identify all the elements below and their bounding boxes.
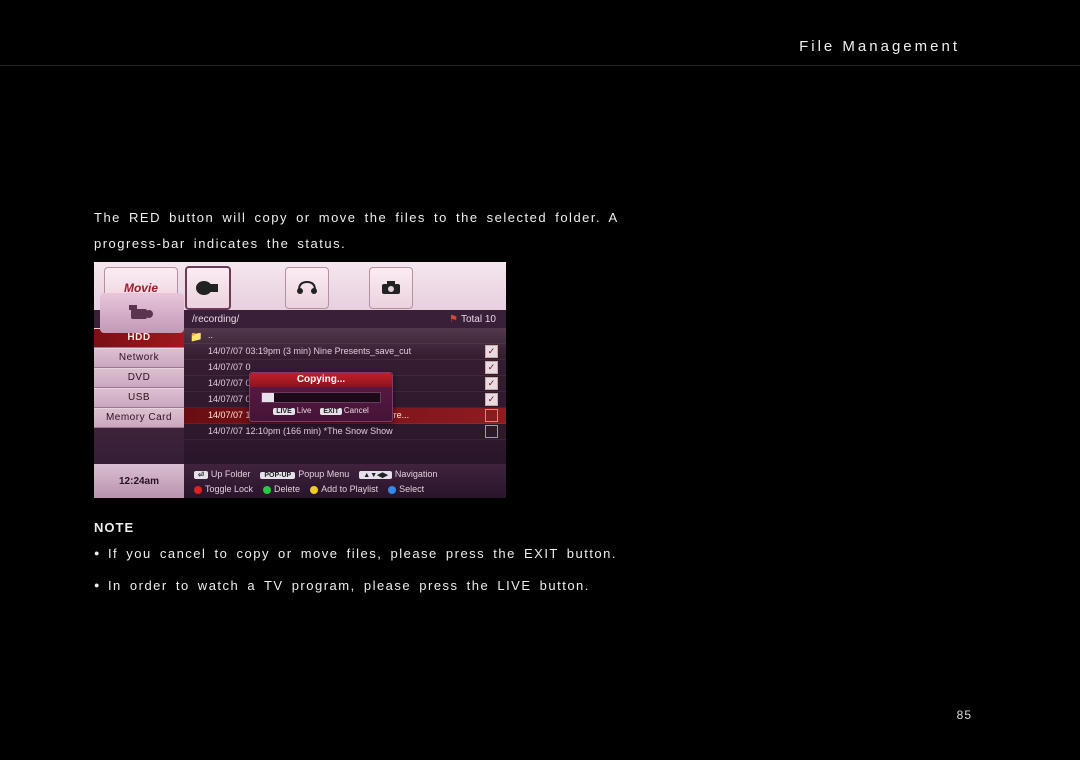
hint-add-to-playlist: Add to Playlist (310, 484, 378, 494)
progress-bar (261, 392, 381, 403)
hint-select: Select (388, 484, 424, 494)
exit-key[interactable]: EXIT (320, 408, 342, 415)
sidebar-item-usb[interactable]: USB (94, 388, 184, 408)
sidebar-item-memory-card[interactable]: Memory Card (94, 408, 184, 428)
row-checkbox[interactable]: ✓ (485, 377, 498, 390)
note-bullet: If you cancel to copy or move files, ple… (94, 541, 674, 567)
hint-popup-menu: POP-UPPopup Menu (260, 469, 349, 479)
dialog-title: Copying... (250, 373, 392, 387)
hint-toggle-lock: Toggle Lock (194, 484, 253, 494)
file-row[interactable]: 14/07/07 12:10pm (166 min) *The Snow Sho… (184, 424, 506, 440)
sidebar-item-network[interactable]: Network (94, 348, 184, 368)
source-sidebar: HDDNetworkDVDUSBMemory Card (94, 328, 184, 428)
file-row-label: 14/07/07 03:19pm (3 min) Nine Presents_s… (208, 346, 411, 356)
file-row-label: 14/07/07 0 (208, 394, 251, 404)
copy-dialog: Copying... LIVELive EXITCancel (249, 372, 393, 422)
movie-category-icon[interactable] (185, 266, 231, 310)
clock: 12:24am (94, 464, 184, 498)
page-title: File Management (799, 38, 960, 55)
row-checkbox[interactable]: ✓ (485, 345, 498, 358)
music-category-icon[interactable] (285, 267, 329, 309)
row-checkbox[interactable]: ✓ (485, 393, 498, 406)
hint-navigation: ▲▼◀▶Navigation (359, 469, 437, 479)
dialog-buttons: LIVELive EXITCancel (250, 406, 392, 415)
path-bar: /recording/ ⚑Total 10 (94, 310, 506, 328)
file-row[interactable]: 14/07/07 03:19pm (3 min) Nine Presents_s… (184, 344, 506, 360)
flag-icon: ⚑ (449, 314, 458, 325)
total-count: ⚑Total 10 (449, 314, 496, 325)
row-checkbox[interactable] (485, 425, 498, 438)
page-header: File Management (0, 0, 1080, 66)
hint-delete: Delete (263, 484, 300, 494)
intro-paragraph: The RED button will copy or move the fil… (94, 205, 674, 257)
file-row-label: 14/07/07 12:10pm (166 min) *The Snow Sho… (208, 426, 393, 436)
note-bullet: In order to watch a TV program, please p… (94, 573, 674, 599)
file-row-label: 14/07/07 0 (208, 362, 251, 372)
screenshot-file-manager: Movie /recording/ ⚑Total 10 HDDNetworkDV… (94, 262, 506, 498)
camcorder-icon (100, 293, 184, 333)
footer-hints: 12:24am ⏎Up Folder POP-UPPopup Menu ▲▼◀▶Na… (94, 464, 506, 498)
note-list: If you cancel to copy or move files, ple… (94, 535, 674, 599)
photo-category-icon[interactable] (369, 267, 413, 309)
hint-up-folder: ⏎Up Folder (194, 469, 250, 479)
live-key[interactable]: LIVE (273, 408, 295, 415)
row-checkbox[interactable] (485, 409, 498, 422)
folder-icon: 📁 (190, 330, 202, 344)
sidebar-item-dvd[interactable]: DVD (94, 368, 184, 388)
parent-folder-row[interactable]: 📁.. (184, 328, 506, 344)
file-row-label: 14/07/07 0 (208, 378, 251, 388)
current-path: /recording/ (192, 314, 239, 325)
file-row-label: .. (208, 330, 213, 340)
row-checkbox[interactable]: ✓ (485, 361, 498, 374)
page-number: 85 (957, 708, 972, 722)
